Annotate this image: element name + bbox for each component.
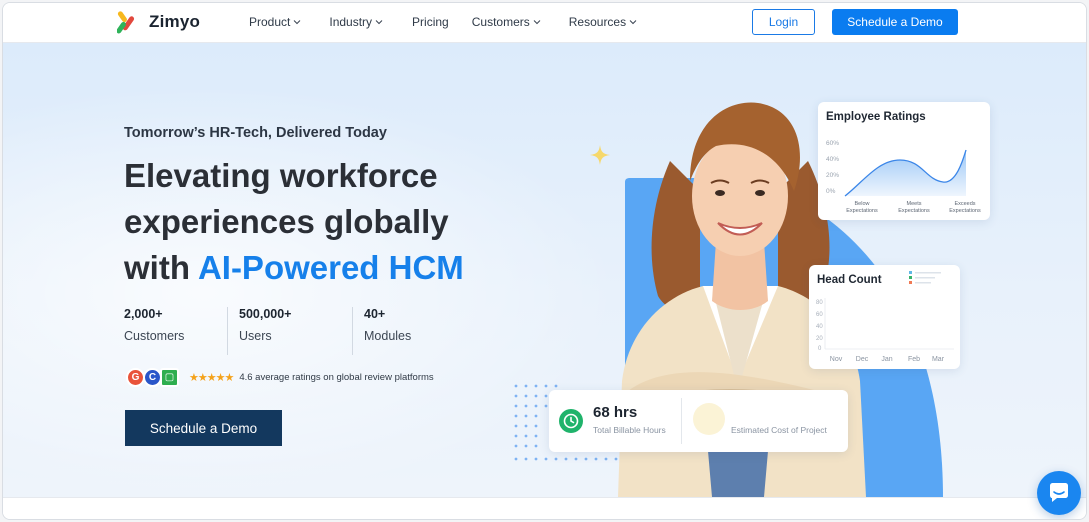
chevron-down-icon bbox=[294, 20, 301, 25]
head-count-chart: 80 60 40 20 0 Nov Dec Jan Feb Mar bbox=[816, 271, 954, 363]
nav-item-customers[interactable]: Customers bbox=[472, 15, 541, 29]
y-tick-label: 0 bbox=[818, 346, 822, 352]
schedule-demo-nav-button[interactable]: Schedule a Demo bbox=[832, 9, 958, 35]
y-tick-label: 60% bbox=[826, 140, 839, 147]
head-count-card: Head Count 80 60 40 20 0 Nov Dec Jan Feb… bbox=[809, 265, 960, 369]
x-tick-label: Exceeds bbox=[954, 201, 975, 207]
x-tick-label: Below bbox=[855, 201, 870, 207]
stats-row: 2,000+ Customers 500,000+ Users 40+ Modu… bbox=[124, 307, 442, 355]
stat-users: 500,000+ Users bbox=[227, 307, 352, 355]
brand-name: Zimyo bbox=[149, 12, 201, 31]
billable-hours-value: 68 hrs bbox=[593, 404, 638, 421]
nav-item-product[interactable]: Product bbox=[249, 15, 301, 29]
chevron-down-icon bbox=[375, 20, 383, 25]
stat-label: Users bbox=[239, 329, 272, 343]
main-menu: Product Industry Pricing Customers Resou… bbox=[249, 15, 637, 29]
brand-logo[interactable]: Zimyo bbox=[116, 9, 201, 35]
stat-value: 500,000+ bbox=[239, 307, 292, 321]
billable-hours-label: Total Billable Hours bbox=[593, 425, 666, 435]
x-tick-label: Mar bbox=[932, 356, 945, 363]
x-tick-label: Dec bbox=[856, 356, 869, 363]
employee-ratings-card: Employee Ratings 60% 40% 20% 0% Below Ex… bbox=[818, 102, 990, 220]
page-frame: Zimyo Product Industry Pricing Customers… bbox=[2, 2, 1087, 520]
headline-line-2: experiences globally bbox=[124, 203, 449, 240]
stat-modules: 40+ Modules bbox=[352, 307, 442, 355]
legend-swatch bbox=[909, 271, 912, 274]
billable-hours-card: 68 hrs Total Billable Hours Estimated Co… bbox=[549, 390, 848, 452]
hero-tagline: Tomorrow’s HR-Tech, Delivered Today bbox=[124, 125, 387, 141]
nav-item-label: Customers bbox=[471, 15, 530, 29]
legend-swatch bbox=[909, 281, 912, 284]
y-tick-label: 40% bbox=[826, 156, 839, 163]
stat-customers: 2,000+ Customers bbox=[124, 307, 227, 355]
legend-swatch bbox=[909, 276, 912, 279]
zimyo-logo-icon bbox=[116, 9, 141, 35]
nav-item-label: Industry bbox=[329, 15, 373, 29]
sparkle-icon bbox=[590, 145, 610, 165]
legend-text-placeholder bbox=[915, 282, 931, 284]
headline-line-1: Elevating workforce bbox=[124, 157, 438, 194]
y-tick-label: 0% bbox=[826, 188, 836, 195]
x-tick-label: Expectations bbox=[949, 208, 981, 214]
x-tick-label: Jan bbox=[881, 356, 892, 363]
chat-bubble-icon bbox=[1050, 483, 1068, 502]
y-tick-label: 60 bbox=[816, 312, 823, 318]
x-tick-label: Expectations bbox=[898, 208, 930, 214]
ratings-row: G C ▢ ★★★★★ 4.6 average ratings on globa… bbox=[126, 368, 434, 387]
stat-label: Customers bbox=[124, 329, 185, 343]
estimated-cost-label: Estimated Cost of Project bbox=[731, 425, 827, 435]
employee-ratings-chart: 60% 40% 20% 0% Below Expectations Meets … bbox=[826, 140, 981, 214]
y-tick-label: 20% bbox=[826, 172, 839, 179]
rating-area bbox=[845, 150, 966, 196]
chat-widget-button[interactable] bbox=[1037, 471, 1081, 515]
clock-icon bbox=[559, 409, 583, 433]
stat-label: Modules bbox=[364, 329, 412, 343]
x-tick-label: Nov bbox=[830, 356, 843, 363]
top-nav: Zimyo Product Industry Pricing Customers… bbox=[3, 3, 1086, 43]
headline-prefix: with bbox=[124, 249, 198, 286]
nav-item-label: Pricing bbox=[412, 15, 449, 29]
nav-item-resources[interactable]: Resources bbox=[569, 15, 637, 29]
y-tick-label: 20 bbox=[816, 336, 823, 342]
rating-text: 4.6 average ratings on global review pla… bbox=[239, 372, 434, 383]
stat-value: 2,000+ bbox=[124, 307, 163, 321]
nav-item-label: Product bbox=[249, 15, 291, 29]
headline-accent: AI-Powered HCM bbox=[197, 249, 464, 286]
star-rating-icon: ★★★★★ bbox=[189, 372, 234, 384]
chevron-down-icon bbox=[533, 20, 541, 25]
nav-item-label: Resources bbox=[568, 15, 627, 29]
x-tick-label: Expectations bbox=[846, 208, 878, 214]
login-button[interactable]: Login bbox=[752, 9, 815, 35]
schedule-demo-hero-button[interactable]: Schedule a Demo bbox=[125, 410, 282, 446]
hero-section: Tomorrow’s HR-Tech, Delivered Today Elev… bbox=[3, 43, 1086, 497]
card-divider bbox=[681, 398, 682, 444]
y-tick-label: 80 bbox=[816, 300, 823, 306]
nav-item-industry[interactable]: Industry bbox=[329, 15, 383, 29]
chevron-down-icon bbox=[629, 20, 637, 25]
stat-value: 40+ bbox=[364, 307, 386, 321]
cost-icon bbox=[693, 403, 725, 435]
next-section-strip bbox=[3, 497, 1086, 519]
hero-headline: Elevating workforce experiences globally… bbox=[124, 153, 564, 291]
review-badge-icon: ▢ bbox=[160, 368, 179, 387]
x-tick-label: Meets bbox=[907, 201, 922, 207]
legend-text-placeholder bbox=[915, 272, 941, 274]
nav-item-pricing[interactable]: Pricing bbox=[412, 15, 449, 29]
x-tick-label: Feb bbox=[908, 356, 920, 363]
legend-text-placeholder bbox=[915, 277, 935, 279]
y-tick-label: 40 bbox=[816, 324, 823, 330]
